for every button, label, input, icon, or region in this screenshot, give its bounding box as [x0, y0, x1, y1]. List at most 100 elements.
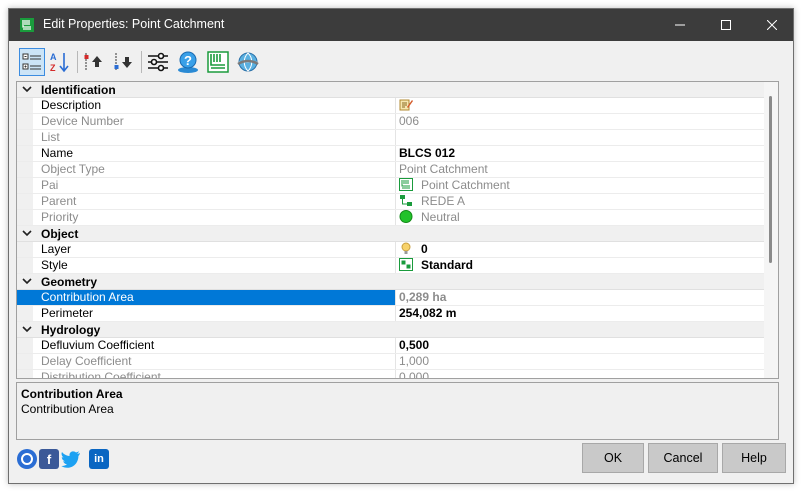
- category-label: Hydrology: [41, 323, 101, 337]
- minimize-button[interactable]: [657, 9, 703, 41]
- property-row[interactable]: Layer 0: [17, 242, 764, 258]
- property-value-text: Neutral: [421, 210, 460, 224]
- collapse-chevron-icon[interactable]: [21, 275, 33, 287]
- property-value: Point Catchment: [399, 162, 488, 177]
- globe-icon: [237, 52, 259, 72]
- title-bar[interactable]: Edit Properties: Point Catchment: [9, 9, 793, 41]
- facebook-icon[interactable]: f: [39, 449, 59, 469]
- property-row[interactable]: Defluvium Coefficient 0,500: [17, 338, 764, 354]
- cancel-button[interactable]: Cancel: [648, 443, 718, 473]
- property-name: Delay Coefficient: [41, 354, 132, 368]
- svg-text:Z: Z: [50, 63, 56, 73]
- collapse-chevron-icon[interactable]: [21, 323, 33, 335]
- property-row[interactable]: Device Number 006: [17, 114, 764, 130]
- property-name: Description: [41, 98, 102, 112]
- property-row[interactable]: Description: [17, 98, 764, 114]
- alphabetical-sort-button[interactable]: A Z: [47, 48, 73, 76]
- category-label: Object: [41, 227, 79, 241]
- description-text: Contribution Area: [21, 402, 114, 416]
- minimize-icon: [675, 24, 685, 26]
- property-value: 0,000: [399, 370, 430, 379]
- property-row[interactable]: Style Standard: [17, 258, 764, 274]
- category-identification[interactable]: Identification: [17, 82, 764, 98]
- property-value[interactable]: 254,082 m: [399, 306, 456, 321]
- property-value[interactable]: [399, 98, 421, 113]
- property-row[interactable]: List: [17, 130, 764, 146]
- category-label: Geometry: [41, 275, 98, 289]
- sliders-icon: [148, 52, 168, 72]
- property-row[interactable]: Object Type Point Catchment: [17, 162, 764, 178]
- property-name: Priority: [41, 210, 79, 224]
- help-button[interactable]: Help: [722, 443, 786, 473]
- property-row[interactable]: Contribution Area 0,289 ha: [17, 290, 764, 306]
- twitter-icon[interactable]: [61, 449, 81, 469]
- app-icon: [20, 18, 34, 32]
- move-down-button[interactable]: [111, 48, 137, 76]
- web-service-button[interactable]: [235, 48, 261, 76]
- property-name: Parent: [41, 194, 77, 208]
- property-row[interactable]: Distribution Coefficient 0,000: [17, 370, 764, 379]
- description-title: Contribution Area: [21, 387, 123, 401]
- help-tool-button[interactable]: ?: [175, 48, 201, 76]
- bulb-icon: [401, 242, 411, 254]
- property-row[interactable]: Priority Neutral: [17, 210, 764, 226]
- property-name: Pai: [41, 178, 59, 192]
- linkedin-icon[interactable]: in: [89, 449, 109, 469]
- toolbar: A Z ?: [15, 45, 315, 81]
- collapse-chevron-icon[interactable]: [21, 227, 33, 239]
- property-value-text: BLCS 012: [399, 146, 456, 160]
- property-name: Distribution Coefficient: [41, 370, 161, 379]
- edit-properties-dialog: Edit Properties: Point Catchment A Z ? I…: [8, 8, 794, 484]
- window-title: Edit Properties: Point Catchment: [43, 17, 225, 31]
- category-hydrology[interactable]: Hydrology: [17, 322, 764, 338]
- property-value: 006: [399, 114, 419, 129]
- help-icon: ?: [178, 51, 198, 73]
- property-name: List: [41, 130, 60, 144]
- collapse-chevron-icon[interactable]: [21, 83, 33, 95]
- settings-button[interactable]: [145, 48, 171, 76]
- property-row[interactable]: Delay Coefficient 1,000: [17, 354, 764, 370]
- close-icon: [767, 20, 777, 30]
- move-up-icon: [84, 53, 102, 71]
- property-value-text: 006: [399, 114, 420, 128]
- property-name: Contribution Area: [17, 290, 395, 305]
- property-grid: Identification Description Device Number 00…: [16, 81, 779, 379]
- property-value[interactable]: 0,500: [399, 338, 429, 353]
- ok-button[interactable]: OK: [582, 443, 644, 473]
- property-row[interactable]: Name BLCS 012: [17, 146, 764, 162]
- move-up-button[interactable]: [81, 48, 107, 76]
- categorized-view-button[interactable]: [19, 48, 45, 76]
- property-value: 1,000: [399, 354, 429, 369]
- categorized-view-icon: [22, 53, 41, 70]
- style-icon: [399, 258, 413, 271]
- property-name: Style: [41, 258, 68, 272]
- company-logo-icon[interactable]: [17, 449, 37, 469]
- maximize-button[interactable]: [703, 9, 749, 41]
- catchment-icon: [207, 51, 229, 73]
- property-value-text: 0,289 ha: [399, 290, 447, 304]
- svg-text:A: A: [50, 52, 57, 62]
- property-value-text: 1,000: [399, 354, 430, 368]
- close-button[interactable]: [749, 9, 793, 41]
- network-icon: [400, 195, 412, 206]
- category-label: Identification: [41, 83, 116, 97]
- category-geometry[interactable]: Geometry: [17, 274, 764, 290]
- description-panel: Contribution Area Contribution Area: [16, 382, 779, 440]
- property-value-text: 0: [421, 242, 428, 256]
- catchment-tool-button[interactable]: [205, 48, 231, 76]
- property-row[interactable]: Pai Point Catchment: [17, 178, 764, 194]
- property-value[interactable]: BLCS 012: [399, 146, 455, 161]
- property-row[interactable]: Perimeter 254,082 m: [17, 306, 764, 322]
- property-value: REDE A: [399, 194, 465, 209]
- property-value-text: 0,000: [399, 370, 430, 379]
- category-object[interactable]: Object: [17, 226, 764, 242]
- vertical-scrollbar[interactable]: [764, 82, 778, 378]
- property-value[interactable]: Standard: [399, 258, 473, 273]
- property-value-text: 0,500: [399, 338, 430, 352]
- property-value[interactable]: 0: [399, 242, 428, 257]
- property-value: 0,289 ha: [399, 290, 446, 305]
- sort-az-icon: A Z: [50, 52, 69, 73]
- property-name: Device Number: [41, 114, 124, 128]
- property-row[interactable]: Parent REDE A: [17, 194, 764, 210]
- catchment-icon: [399, 178, 413, 191]
